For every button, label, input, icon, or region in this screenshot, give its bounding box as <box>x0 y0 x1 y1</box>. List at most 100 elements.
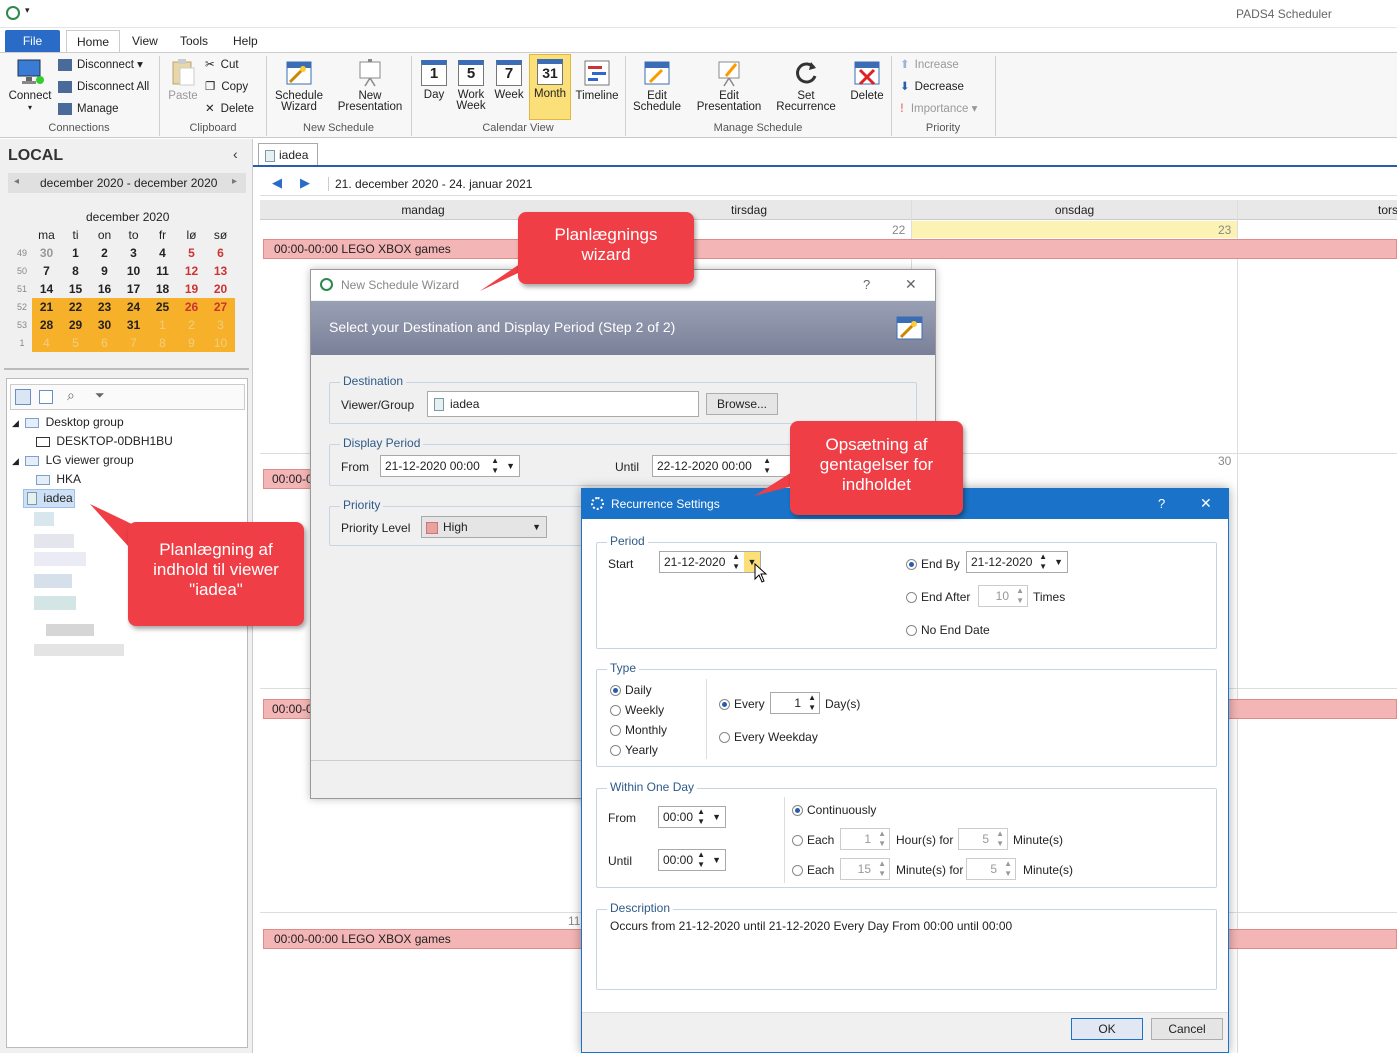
minutes-for-field[interactable]: 5 ▲ ▼ <box>966 858 1016 880</box>
work-week-view-button[interactable]: 5 Work Week <box>454 58 488 112</box>
main-tab[interactable]: iadea <box>258 143 318 165</box>
every-weekday-radio[interactable]: Every Weekday <box>719 730 818 744</box>
tree-item-hka[interactable]: HKA <box>36 472 81 486</box>
every-radio[interactable]: Every <box>719 697 765 711</box>
timeline-view-button[interactable]: Timeline <box>574 58 620 102</box>
tree-item-lg-group[interactable]: ◢ LG viewer group <box>12 453 134 467</box>
calendar-day[interactable]: 3 <box>119 244 148 262</box>
app-icon[interactable] <box>6 6 20 20</box>
calendar-day-selected[interactable]: 5 <box>61 334 90 352</box>
from-datetime-field[interactable]: 21-12-2020 00:00 ▲ ▼ ▼ <box>380 455 520 477</box>
end-by-date-field[interactable]: 21-12-2020 ▲ ▼ ▼ <box>966 551 1068 573</box>
search-icon[interactable]: ⌕ <box>67 387 75 404</box>
help-button[interactable]: ? <box>863 277 870 292</box>
each-minutes-radio[interactable]: Each <box>792 863 834 877</box>
quick-access-arrow-icon[interactable]: ▾ <box>25 5 30 16</box>
continuously-radio[interactable]: Continuously <box>792 803 876 817</box>
calendar-day[interactable]: 19 <box>177 280 206 298</box>
schedule-wizard-button[interactable]: Schedule Wizard <box>270 58 328 113</box>
calendar-day-selected[interactable]: 9 <box>177 334 206 352</box>
calendar-day[interactable]: 2 <box>90 244 119 262</box>
prev-period-icon[interactable]: ◀ <box>272 175 282 191</box>
calendar-day-selected[interactable]: 7 <box>119 334 148 352</box>
calendar-day-selected[interactable]: 3 <box>206 316 235 334</box>
edit-schedule-button[interactable]: Edit Schedule <box>630 58 684 113</box>
priority-level-select[interactable]: High ▼ <box>421 516 547 538</box>
calendar-day[interactable]: 9 <box>90 262 119 280</box>
calendar-day-selected[interactable]: 22 <box>61 298 90 316</box>
daily-radio[interactable]: Daily <box>610 683 652 697</box>
calendar-day[interactable]: 8 <box>61 262 90 280</box>
calendar-day[interactable]: 10 <box>119 262 148 280</box>
filter-icon[interactable]: ⏷ <box>95 388 105 403</box>
calendar-day[interactable]: 5 <box>177 244 206 262</box>
calendar-day-selected[interactable]: 6 <box>90 334 119 352</box>
end-by-radio[interactable]: End By <box>906 557 960 571</box>
end-after-field[interactable]: 10 ▲ ▼ <box>978 585 1028 607</box>
calendar-day[interactable]: 14 <box>32 280 61 298</box>
calendar-day-selected[interactable]: 31 <box>119 316 148 334</box>
browse-button[interactable]: Browse... <box>706 393 778 415</box>
calendar-day-selected[interactable]: 30 <box>90 316 119 334</box>
close-button[interactable]: ✕ <box>905 276 917 293</box>
month-view-button[interactable]: 31 Month <box>529 54 571 120</box>
increase-button[interactable]: ⬆ Increase <box>900 56 959 74</box>
copy-button[interactable]: ❐ Copy <box>205 78 248 96</box>
calendar-day[interactable]: 17 <box>119 280 148 298</box>
each-hours-field[interactable]: 1 ▲ ▼ <box>840 828 890 850</box>
tab-home[interactable]: Home <box>66 30 121 53</box>
help-button[interactable]: ? <box>1158 496 1165 511</box>
every-days-field[interactable]: 1 ▲ ▼ <box>770 692 820 714</box>
viewer-group-field[interactable]: iadea <box>427 391 699 417</box>
each-hours-radio[interactable]: Each <box>792 833 834 847</box>
tab-tools[interactable]: Tools <box>170 30 218 52</box>
disconnect-button[interactable]: Disconnect ▾ <box>58 56 143 74</box>
calendar-day-selected[interactable]: 25 <box>148 298 177 316</box>
tree-item-desktop-group[interactable]: ◢ Desktop group <box>12 415 124 429</box>
next-period-icon[interactable]: ▶ <box>300 175 310 191</box>
end-after-radio[interactable]: End After <box>906 590 970 604</box>
close-button[interactable]: ✕ <box>1200 495 1212 512</box>
set-recurrence-button[interactable]: Set Recurrence <box>772 58 840 113</box>
next-range-icon[interactable]: ▸ <box>232 176 237 187</box>
tree-item-iadea[interactable]: iadea <box>23 489 75 508</box>
decrease-button[interactable]: ⬇ Decrease <box>900 78 964 96</box>
calendar-day[interactable]: 13 <box>206 262 235 280</box>
calendar-day[interactable]: 7 <box>32 262 61 280</box>
calendar-day-selected[interactable]: 28 <box>32 316 61 334</box>
cut-button[interactable]: ✂ Cut <box>205 56 239 74</box>
new-presentation-button[interactable]: New Presentation <box>334 58 406 113</box>
calendar-day[interactable]: 12 <box>177 262 206 280</box>
calendar-day[interactable]: 30 <box>32 244 61 262</box>
tree-item-desktop-pc[interactable]: DESKTOP-0DBH1BU <box>36 434 173 448</box>
connect-button[interactable]: Connect ▾ <box>6 58 54 113</box>
calendar-day-selected[interactable]: 2 <box>177 316 206 334</box>
calendar-day-selected[interactable]: 23 <box>90 298 119 316</box>
calendar-day[interactable]: 11 <box>148 262 177 280</box>
list-view-icon[interactable] <box>39 390 53 404</box>
schedule-event[interactable] <box>1220 699 1397 719</box>
calendar-day-selected[interactable]: 29 <box>61 316 90 334</box>
within-from-field[interactable]: 00:00 ▲ ▼ ▼ <box>658 806 726 828</box>
calendar-day-selected[interactable]: 8 <box>148 334 177 352</box>
cancel-button[interactable]: Cancel <box>1151 1018 1223 1040</box>
expand-icon[interactable]: ◢ <box>12 418 19 428</box>
disconnect-all-button[interactable]: Disconnect All <box>58 78 149 96</box>
calendar-day-selected[interactable]: 10 <box>206 334 235 352</box>
tab-help[interactable]: Help <box>223 30 268 52</box>
yearly-radio[interactable]: Yearly <box>610 743 658 757</box>
hours-for-field[interactable]: 5 ▲ ▼ <box>958 828 1008 850</box>
tree-view-icon[interactable] <box>15 389 31 405</box>
calendar-day[interactable]: 4 <box>148 244 177 262</box>
day-view-button[interactable]: 1 Day <box>418 58 450 101</box>
weekly-radio[interactable]: Weekly <box>610 703 664 717</box>
calendar-day[interactable]: 1 <box>61 244 90 262</box>
schedule-event[interactable]: 00:00-00:00 LEGO XBOX games <box>263 239 1397 259</box>
calendar-day-selected[interactable]: 4 <box>32 334 61 352</box>
week-view-button[interactable]: 7 Week <box>493 58 525 101</box>
calendar-day[interactable]: 16 <box>90 280 119 298</box>
collapse-left-icon[interactable]: ‹ <box>233 146 238 162</box>
calendar-day[interactable]: 20 <box>206 280 235 298</box>
calendar-day-selected[interactable]: 21 <box>32 298 61 316</box>
calendar-day[interactable]: 6 <box>206 244 235 262</box>
